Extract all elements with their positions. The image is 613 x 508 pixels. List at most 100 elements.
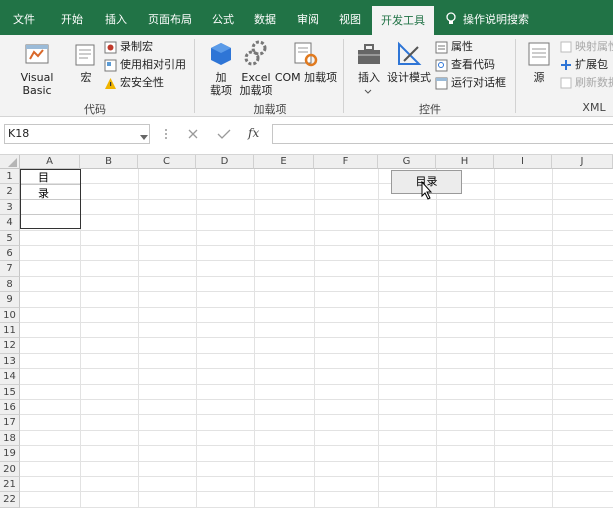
column-header[interactable]: C: [138, 155, 196, 169]
enter-check-icon[interactable]: [217, 128, 231, 140]
view-code-button[interactable]: 查看代码: [451, 57, 495, 73]
tab-page-layout[interactable]: 页面布局: [140, 0, 200, 35]
grid-row-line: [20, 198, 613, 200]
row-header[interactable]: 14: [0, 369, 20, 385]
expansion-packs-button[interactable]: 扩展包: [575, 57, 608, 73]
tab-insert[interactable]: 插入: [96, 0, 136, 35]
row-header[interactable]: 17: [0, 415, 20, 431]
tab-view[interactable]: 视图: [330, 0, 370, 35]
row-header[interactable]: 12: [0, 338, 20, 354]
row-header[interactable]: 4: [0, 215, 20, 231]
chevron-down-icon[interactable]: [140, 131, 148, 140]
properties-button[interactable]: 属性: [451, 39, 473, 55]
column-header[interactable]: I: [494, 155, 552, 169]
expansion-packs-icon: [560, 59, 572, 71]
formula-bar: K18 fx: [0, 117, 613, 155]
grid-column-line: [314, 169, 315, 508]
code-group-label: 代码: [84, 103, 106, 116]
run-dialog-button[interactable]: 运行对话框: [451, 75, 506, 91]
group-divider: [194, 39, 195, 113]
tab-formulas[interactable]: 公式: [203, 0, 243, 35]
column-header[interactable]: H: [436, 155, 494, 169]
column-header[interactable]: F: [314, 155, 378, 169]
warning-icon: [104, 77, 117, 90]
com-add-ins-button[interactable]: COM 加载项: [274, 71, 338, 84]
chevron-down-icon: [364, 85, 372, 94]
row-header[interactable]: 11: [0, 323, 20, 339]
row-header[interactable]: 5: [0, 230, 20, 246]
row-header[interactable]: 13: [0, 353, 20, 370]
design-mode-icon: [396, 41, 422, 67]
formula-input[interactable]: [272, 124, 613, 144]
grid-row-line: [20, 383, 613, 385]
tab-review[interactable]: 审阅: [288, 0, 328, 35]
column-header[interactable]: E: [254, 155, 314, 169]
visual-basic-button[interactable]: Visual Basic: [6, 71, 68, 97]
row-header[interactable]: 16: [0, 400, 20, 416]
drag-handle-icon[interactable]: [164, 127, 168, 141]
column-header[interactable]: B: [80, 155, 138, 169]
row-header[interactable]: 10: [0, 307, 20, 323]
relative-reference-button[interactable]: 使用相对引用: [120, 57, 186, 73]
xml-group-label: XML: [582, 101, 606, 114]
column-header[interactable]: A: [20, 155, 80, 169]
grid-row-line: [20, 414, 613, 416]
row-header[interactable]: 2: [0, 184, 20, 200]
tab-file[interactable]: 文件: [4, 0, 44, 35]
refresh-data-button[interactable]: 刷新数据: [575, 75, 613, 91]
cursor-icon: [421, 180, 435, 201]
design-mode-button[interactable]: 设计模式: [386, 71, 432, 84]
row-header[interactable]: 21: [0, 477, 20, 493]
select-all-corner[interactable]: [0, 155, 20, 169]
group-divider: [515, 39, 516, 113]
map-properties-button[interactable]: 映射属性: [575, 39, 613, 55]
column-header[interactable]: J: [552, 155, 613, 169]
row-header[interactable]: 22: [0, 492, 20, 508]
record-macro-button[interactable]: 录制宏: [120, 39, 153, 55]
row-header[interactable]: 6: [0, 246, 20, 262]
column-header[interactable]: G: [378, 155, 436, 169]
grid-row-line: [20, 260, 613, 262]
tab-developer[interactable]: 开发工具: [372, 6, 434, 35]
row-header[interactable]: 18: [0, 430, 20, 447]
grid-row-line: [20, 306, 613, 308]
run-dialog-icon: [435, 77, 448, 90]
row-header[interactable]: 19: [0, 446, 20, 462]
gear-icon: [243, 39, 269, 67]
tab-data[interactable]: 数据: [245, 0, 285, 35]
grid-row-line: [20, 429, 613, 431]
row-header[interactable]: 1: [0, 169, 20, 185]
add-ins-button[interactable]: 加 载项: [204, 71, 238, 97]
refresh-data-icon: [560, 77, 572, 89]
add-ins-icon: [208, 41, 234, 67]
grid-column-line: [196, 169, 197, 508]
cancel-icon[interactable]: [187, 128, 199, 140]
grid-row-line: [20, 460, 613, 462]
source-button[interactable]: 源: [529, 71, 549, 84]
grid-row-line: [20, 399, 613, 400]
macro-button[interactable]: 宏: [76, 71, 96, 84]
cell-a1[interactable]: 目录: [38, 169, 49, 201]
visual-basic-icon: [24, 41, 50, 67]
tell-me-search[interactable]: 操作说明搜索: [463, 0, 543, 35]
column-header[interactable]: D: [196, 155, 254, 169]
relative-reference-icon: [104, 59, 117, 72]
grid-column-line: [138, 169, 139, 508]
name-box[interactable]: K18: [4, 124, 150, 144]
excel-add-ins-button[interactable]: Excel 加载项: [238, 71, 274, 97]
tab-home[interactable]: 开始: [52, 0, 92, 35]
row-header[interactable]: 15: [0, 384, 20, 400]
grid-row-line: [20, 291, 613, 293]
row-header[interactable]: 20: [0, 461, 20, 477]
grid-row-line: [20, 214, 613, 216]
insert-control-button[interactable]: 插入: [352, 71, 386, 84]
macro-icon: [74, 41, 96, 67]
grid-column-line: [378, 169, 379, 508]
row-header[interactable]: 7: [0, 261, 20, 277]
row-header[interactable]: 9: [0, 292, 20, 308]
row-header[interactable]: 3: [0, 199, 20, 216]
insert-function-button[interactable]: fx: [248, 126, 259, 140]
grid-column-line: [254, 169, 255, 508]
macro-security-button[interactable]: 宏安全性: [120, 75, 164, 91]
row-header[interactable]: 8: [0, 276, 20, 293]
